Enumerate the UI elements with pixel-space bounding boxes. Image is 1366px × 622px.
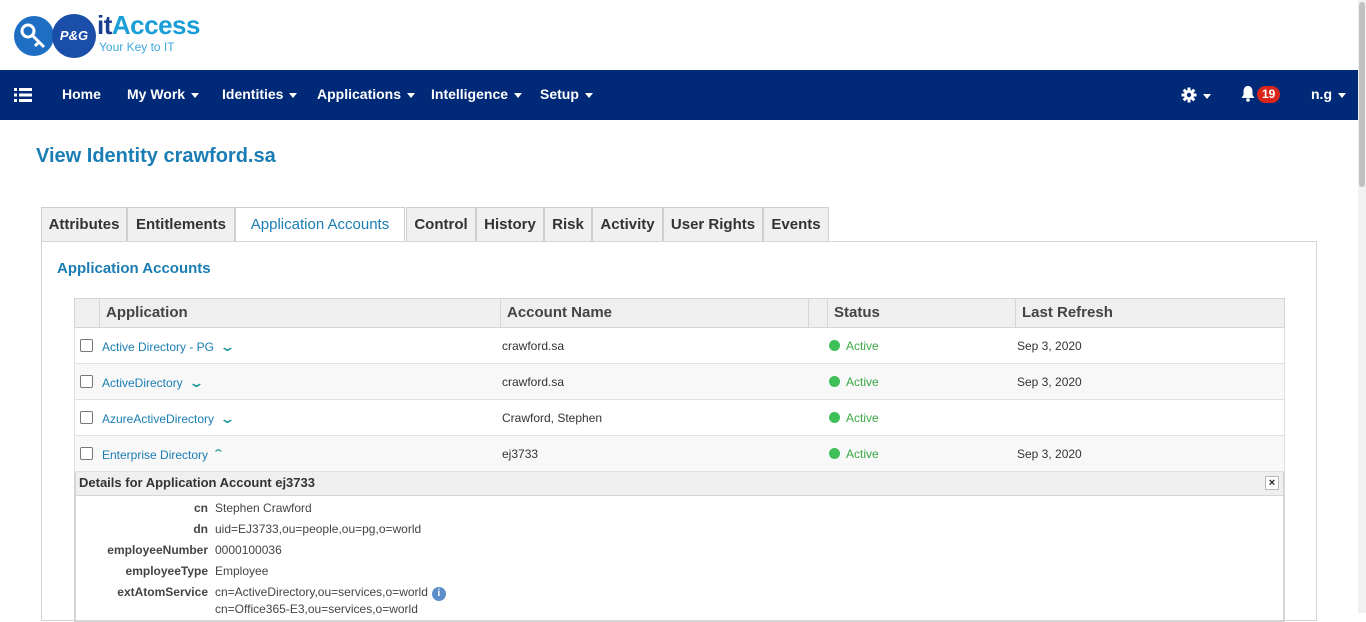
app-tagline: Your Key to IT <box>99 40 175 54</box>
status-dot-icon <box>829 376 840 387</box>
main-navbar: Home My Work Identities Applications Int… <box>0 70 1358 120</box>
row-checkbox[interactable] <box>80 411 93 424</box>
detail-label: employeeType <box>125 564 208 578</box>
detail-value: cn=ActiveDirectory,ou=services,o=world i <box>215 585 446 601</box>
application-link[interactable]: Enterprise Directory ˆ <box>102 447 222 462</box>
grid-header: Application Account Name Status Last Ref… <box>74 298 1285 328</box>
detail-value: Stephen Crawford <box>215 501 312 515</box>
chevron-up-icon[interactable]: ˆ <box>215 447 222 462</box>
application-link[interactable]: AzureActiveDirectory ⌄ <box>102 411 236 427</box>
nav-applications[interactable]: Applications <box>317 86 416 102</box>
detail-label: employeeNumber <box>107 543 208 557</box>
status-badge: Active <box>829 447 879 461</box>
caret-down-icon <box>1338 92 1346 98</box>
detail-label: dn <box>193 522 208 536</box>
status-dot-icon <box>829 412 840 423</box>
notification-bell-icon[interactable] <box>1240 85 1256 107</box>
column-application[interactable]: Application <box>99 299 500 327</box>
scrollbar-thumb[interactable] <box>1359 2 1365 187</box>
details-header: Details for Application Account ej3733 × <box>76 472 1283 496</box>
close-icon[interactable]: × <box>1265 476 1279 490</box>
itaccess-logo[interactable]: P&G <box>14 14 100 58</box>
pg-logo: P&G <box>52 14 96 58</box>
application-link[interactable]: ActiveDirectory ⌄ <box>102 375 204 391</box>
row-checkbox[interactable] <box>80 339 93 352</box>
account-details-panel: Details for Application Account ej3733 ×… <box>74 472 1285 622</box>
page-scrollbar[interactable] <box>1358 0 1366 613</box>
section-title: Application Accounts <box>57 260 211 277</box>
app-title: itAccess <box>97 10 200 40</box>
notification-count-badge[interactable]: 19 <box>1257 86 1281 103</box>
account-name: Crawford, Stephen <box>502 411 603 425</box>
nav-intelligence[interactable]: Intelligence <box>431 86 523 102</box>
info-icon[interactable]: i <box>431 587 446 601</box>
tab-risk[interactable]: Risk <box>544 207 592 242</box>
detail-value: cn=Office365-E3,ou=services,o=world <box>215 602 418 616</box>
nav-home[interactable]: Home <box>62 86 101 102</box>
status-dot-icon <box>829 340 840 351</box>
column-last-refresh[interactable]: Last Refresh <box>1015 299 1284 327</box>
last-refresh: Sep 3, 2020 <box>1017 339 1082 353</box>
column-account-name[interactable]: Account Name <box>500 299 808 327</box>
detail-label: cn <box>193 501 208 515</box>
caret-down-icon <box>514 92 523 98</box>
details-title: Details for Application Account ej3733 <box>79 475 315 490</box>
table-row: Enterprise Directory ˆ ej3733 Active Sep … <box>74 436 1285 472</box>
table-row: ActiveDirectory ⌄ crawford.sa Active Sep … <box>74 364 1285 400</box>
account-name: ej3733 <box>502 447 539 461</box>
application-accounts-grid: Application Account Name Status Last Ref… <box>74 298 1285 622</box>
last-refresh: Sep 3, 2020 <box>1017 375 1082 389</box>
menu-list-icon[interactable] <box>14 87 32 103</box>
logo-bar: P&G itAccess Your Key to IT <box>0 0 1358 70</box>
key-icon <box>14 16 54 56</box>
detail-value: Employee <box>215 564 269 578</box>
tab-history[interactable]: History <box>476 207 544 242</box>
account-name: crawford.sa <box>502 339 565 353</box>
column-spacer <box>808 299 827 327</box>
application-link[interactable]: Active Directory - PG ⌄ <box>102 339 236 355</box>
chevron-down-icon[interactable]: ⌄ <box>219 339 235 355</box>
nav-setup[interactable]: Setup <box>540 86 593 102</box>
detail-label: extAtomService <box>117 585 208 599</box>
detail-value: uid=EJ3733,ou=people,ou=pg,o=world <box>215 522 422 536</box>
tab-application-accounts[interactable]: Application Accounts <box>235 207 405 242</box>
chevron-down-icon[interactable]: ⌄ <box>188 375 204 391</box>
tab-activity[interactable]: Activity <box>592 207 663 242</box>
table-row: Active Directory - PG ⌄ crawford.sa Activ… <box>74 328 1285 364</box>
tab-user-rights[interactable]: User Rights <box>663 207 763 242</box>
account-name: crawford.sa <box>502 375 565 389</box>
column-select <box>75 299 99 327</box>
tab-entitlements[interactable]: Entitlements <box>127 207 235 242</box>
row-checkbox[interactable] <box>80 447 93 460</box>
chevron-down-icon[interactable]: ⌄ <box>219 411 235 427</box>
caret-down-icon <box>584 92 593 98</box>
caret-down-icon <box>407 92 416 98</box>
status-badge: Active <box>829 411 879 425</box>
page-title: View Identity crawford.sa <box>36 145 276 167</box>
table-row: AzureActiveDirectory ⌄ Crawford, Stephen … <box>74 400 1285 436</box>
tab-events[interactable]: Events <box>763 207 829 242</box>
settings-gear-icon[interactable] <box>1181 86 1211 106</box>
caret-down-icon <box>191 92 200 98</box>
status-badge: Active <box>829 375 879 389</box>
user-menu[interactable]: n.g <box>1311 86 1346 102</box>
row-checkbox[interactable] <box>80 375 93 388</box>
status-badge: Active <box>829 339 879 353</box>
caret-down-icon <box>289 92 298 98</box>
nav-identities[interactable]: Identities <box>222 86 298 102</box>
tab-control[interactable]: Control <box>406 207 476 242</box>
status-dot-icon <box>829 448 840 459</box>
column-status[interactable]: Status <box>827 299 1015 327</box>
detail-value: 0000100036 <box>215 543 282 557</box>
caret-down-icon <box>1203 94 1211 100</box>
nav-my-work[interactable]: My Work <box>127 86 200 102</box>
tab-panel: Application Accounts Application Account… <box>41 241 1317 622</box>
last-refresh: Sep 3, 2020 <box>1017 447 1082 461</box>
tab-attributes[interactable]: Attributes <box>41 207 127 242</box>
